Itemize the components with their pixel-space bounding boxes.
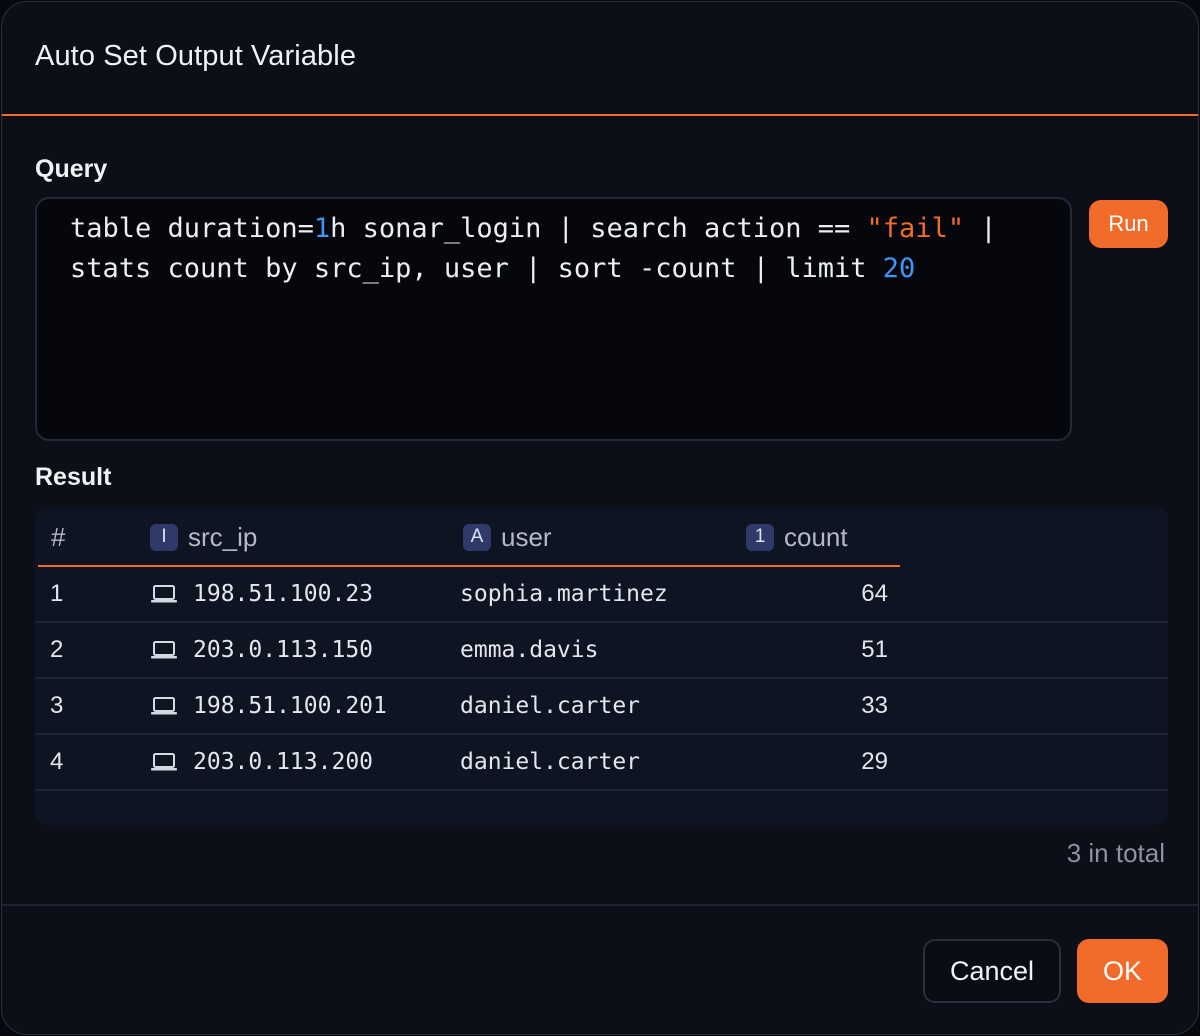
query-editor[interactable]: table duration=1h sonar_login | search a… [35,197,1072,441]
footer-divider [2,904,1198,906]
table-header: # I src_ip A user 1 count [35,507,1168,567]
count-cell: 33 [861,692,888,719]
ok-button[interactable]: OK [1077,939,1168,1003]
table-row[interactable]: 4 203.0.113.200 daniel.carter 29 [35,735,1168,791]
row-index: 4 [50,748,64,775]
query-label: Query [35,155,108,183]
laptop-icon [151,585,177,603]
src-ip-cell: 203.0.113.150 [150,623,373,677]
query-token: table duration= [70,213,314,244]
table-row[interactable]: 3 198.51.100.201 daniel.carter 33 [35,679,1168,735]
row-index: 2 [50,636,64,663]
laptop-icon [151,753,177,771]
user-cell: emma.davis [460,637,599,663]
column-header-index[interactable]: # [51,507,65,567]
table-row[interactable]: 2 203.0.113.150 emma.davis 51 [35,623,1168,679]
query-token: stats count by src_ip, user | sort -coun… [70,253,883,284]
query-line-1: table duration=1h sonar_login | search a… [70,209,1052,249]
count-cell: 29 [861,748,888,775]
query-token: | [964,213,997,244]
user-cell: daniel.carter [460,749,641,775]
column-header-user[interactable]: A user [463,507,552,567]
column-header-src-ip[interactable]: I src_ip [150,507,257,567]
ip-type-badge: I [150,523,178,551]
src-ip-value: 198.51.100.201 [193,693,387,719]
src-ip-cell: 198.51.100.23 [150,567,373,621]
count-cell: 51 [861,636,888,663]
user-cell: sophia.martinez [460,581,668,607]
result-label: Result [35,463,112,491]
cancel-button[interactable]: Cancel [923,939,1061,1003]
column-header-label: # [51,521,66,552]
table-row[interactable]: 1 198.51.100.23 sophia.martinez 64 [35,567,1168,623]
column-header-count[interactable]: 1 count [746,507,848,567]
dialog-title: Auto Set Output Variable [35,39,357,72]
auto-set-output-variable-dialog: Auto Set Output Variable Query table dur… [1,1,1199,1035]
row-index: 1 [50,580,64,607]
string-type-badge: A [463,523,491,551]
dialog-header: Auto Set Output Variable [2,2,1198,116]
src-ip-cell: 203.0.113.200 [150,735,373,789]
number-type-badge: 1 [746,523,774,551]
src-ip-cell: 198.51.100.201 [150,679,387,733]
row-index: 3 [50,692,64,719]
count-cell: 64 [861,580,888,607]
query-line-2: stats count by src_ip, user | sort -coun… [70,249,1052,289]
column-header-label: src_ip [188,521,258,552]
src-ip-value: 203.0.113.150 [193,637,374,663]
query-number-token: 20 [882,253,916,284]
query-number-token: 1 [313,213,331,244]
query-token: h sonar_login | search action == [330,213,867,244]
result-total: 3 in total [1066,838,1165,868]
run-button[interactable]: Run [1089,200,1168,248]
column-header-label: user [501,521,552,552]
laptop-icon [151,641,177,659]
laptop-icon [151,697,177,715]
user-cell: daniel.carter [460,693,641,719]
src-ip-value: 203.0.113.200 [193,749,374,775]
result-table: # I src_ip A user 1 count 1 198.51.100.2… [35,507,1168,825]
query-string-token: "fail" [866,213,965,244]
src-ip-value: 198.51.100.23 [193,581,374,607]
column-header-label: count [784,521,848,552]
